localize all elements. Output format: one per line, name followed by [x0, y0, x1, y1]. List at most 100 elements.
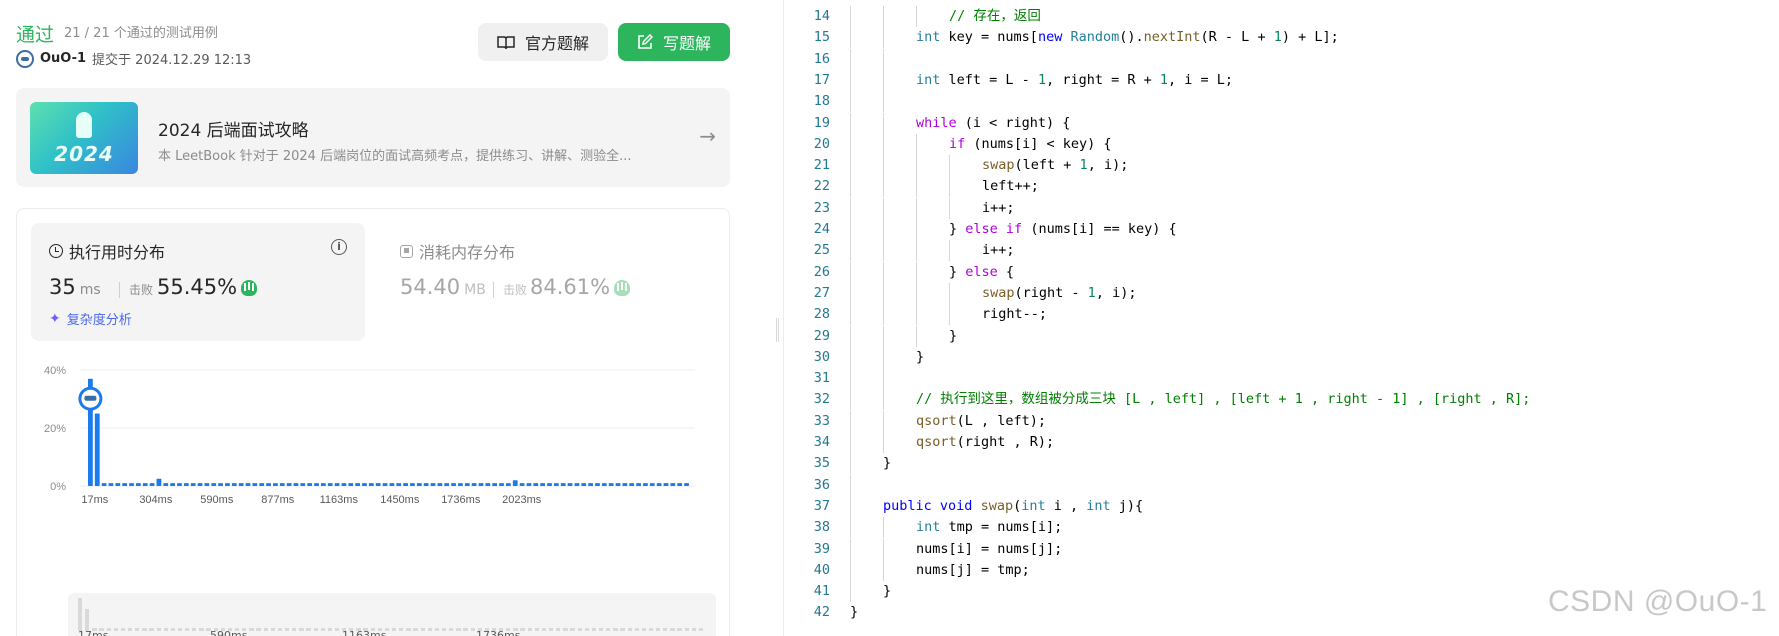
chart-bar: [526, 483, 532, 486]
indent-guide: [883, 155, 884, 177]
chart-bar: [684, 483, 689, 486]
code-line[interactable]: 20 if (nums[i] < key) {: [784, 133, 1779, 155]
code-line[interactable]: 17 int left = L - 1, right = R + 1, i = L…: [784, 69, 1779, 91]
avatar[interactable]: [16, 49, 34, 68]
code-line[interactable]: 31: [784, 368, 1779, 390]
chart-bar: [101, 483, 107, 486]
code-line[interactable]: 34 qsort(right , R);: [784, 432, 1779, 453]
brush-bar: [641, 628, 647, 631]
code-text: while (i < right) {: [916, 114, 1071, 131]
code-line[interactable]: 21 swap(left + 1, i);: [784, 155, 1779, 177]
code-line[interactable]: 30}: [784, 346, 1779, 368]
chart-bar: [471, 483, 477, 486]
code-text: qsort(L , left);: [916, 412, 1047, 429]
arrow-right-icon[interactable]: →: [699, 124, 716, 148]
chart-bar: [142, 483, 148, 486]
user-name[interactable]: OuO-1: [40, 51, 86, 66]
info-icon[interactable]: i: [331, 239, 347, 255]
code-line[interactable]: 23 i++;: [784, 197, 1779, 219]
indent-guide: [916, 133, 917, 155]
code-line[interactable]: 14 // 存在，返回: [784, 6, 1779, 27]
code-line[interactable]: 37 public void swap(int i , int j){: [784, 495, 1779, 517]
chart-bar: [163, 483, 169, 486]
code-line[interactable]: 36: [784, 474, 1779, 496]
runtime-distribution-chart[interactable]: 40% 20% 0% 17ms 304ms 590ms 877ms 1163ms 1450ms 1…: [30, 352, 720, 582]
chart-bar: [396, 483, 402, 486]
indent-guide: [883, 538, 884, 560]
chart-bar: [156, 478, 162, 486]
indent-guide: [850, 495, 851, 517]
code-line[interactable]: 29}: [784, 325, 1779, 347]
indent-guide: [916, 240, 917, 262]
complexity-analysis-link[interactable]: ✦ 复杂度分析: [49, 309, 132, 329]
divider: [493, 282, 494, 298]
chart-bar: [108, 483, 114, 486]
submission-panel: 通过 21 / 21 个通过的测试用例 OuO-1 提交于 2024.12.29…: [0, 0, 745, 636]
indent-guide: [850, 474, 851, 496]
code-text: } else {: [949, 263, 1015, 280]
line-number: 14: [813, 8, 830, 24]
indent-guide: [850, 517, 851, 539]
chart-bar: [314, 483, 319, 486]
code-line[interactable]: 32 // 执行到这里，数组被分成三块 [L , left] , [left + …: [784, 389, 1779, 411]
leetbook-cover-year: 2024: [54, 142, 114, 166]
code-text: }: [883, 455, 892, 472]
indent-guide: [850, 261, 851, 283]
code-line[interactable]: 15 int key = nums[new Random().nextInt(R …: [784, 27, 1779, 49]
chart-bar: [368, 483, 374, 486]
panel-resize-handle[interactable]: [776, 318, 779, 342]
memory-title: 消耗内存分布: [400, 239, 515, 263]
chart-range-brush[interactable]: 17ms 590ms 1163ms 1736ms: [68, 593, 716, 636]
code-line[interactable]: 38 int tmp = nums[i];: [784, 517, 1779, 539]
runtime-card[interactable]: 执行用时分布 i 35 ms 击败 55.45% ✦ 复杂度分析: [31, 223, 365, 341]
code-line[interactable]: 40 nums[j] = tmp;: [784, 559, 1779, 581]
brush-bar: [399, 628, 404, 631]
code-line[interactable]: 39 nums[i] = nums[j];: [784, 538, 1779, 560]
y-tick-label: 0%: [50, 481, 66, 493]
brush-bar: [177, 628, 183, 631]
code-line[interactable]: 35}: [784, 453, 1779, 475]
code-editor[interactable]: 14 // 存在，返回 15 int key = nums[new Random().…: [783, 0, 1779, 636]
chart-bar: [423, 483, 429, 486]
brush-bar: [292, 628, 297, 631]
indent-guide: [850, 6, 851, 27]
brush-bar: [413, 628, 418, 631]
brush-bar: [470, 628, 475, 631]
chart-bar: [183, 483, 189, 486]
indent-guide: [949, 240, 950, 262]
indent-guide: [949, 197, 950, 219]
leetbook-banner[interactable]: 2024 2024 后端面试攻略 本 LeetBook 针对于 2024 后端岗…: [16, 88, 730, 187]
code-line[interactable]: 24} else if (nums[i] == key) {: [784, 219, 1779, 240]
brush-bar: [463, 628, 468, 631]
brush-bar: [598, 628, 604, 631]
code-line[interactable]: 22 left++;: [784, 176, 1779, 198]
chart-bar: [94, 413, 100, 486]
chart-bar: [245, 483, 251, 486]
write-solution-button[interactable]: 写题解: [618, 23, 730, 61]
code-line[interactable]: 33 qsort(L , left);: [784, 410, 1779, 432]
code-text: } else if (nums[i] == key) {: [949, 221, 1177, 237]
line-number: 31: [813, 370, 830, 387]
x-tick-label: 1163ms: [320, 494, 359, 506]
chart-bar: [636, 483, 641, 486]
code-line[interactable]: 18: [784, 91, 1779, 113]
chart-bar: [588, 483, 594, 486]
code-line[interactable]: 16: [784, 48, 1779, 70]
code-line[interactable]: 28 right--;: [784, 304, 1779, 326]
indent-guide: [883, 389, 884, 411]
indent-guide: [916, 282, 917, 304]
sparkle-icon: ✦: [49, 310, 61, 327]
code-text: int key = nums[new Random().nextInt(R - …: [916, 29, 1339, 46]
runtime-beat-value: 55.45%: [157, 275, 238, 299]
brush-bar: [113, 628, 118, 631]
code-line[interactable]: 19 while (i < right) {: [784, 112, 1779, 134]
code-line[interactable]: 25 i++;: [784, 240, 1779, 262]
code-line[interactable]: 27 swap(right - 1, i);: [784, 282, 1779, 304]
x-tick-label: 1736ms: [441, 494, 481, 506]
code-line[interactable]: 26} else {: [784, 261, 1779, 283]
memory-card[interactable]: 消耗内存分布 54.40 MB 击败 84.61%: [400, 223, 700, 341]
official-solution-button[interactable]: 官方题解: [478, 23, 608, 61]
indent-guide: [883, 368, 884, 390]
indent-guide: [850, 325, 851, 347]
code-text: right--;: [982, 306, 1048, 323]
